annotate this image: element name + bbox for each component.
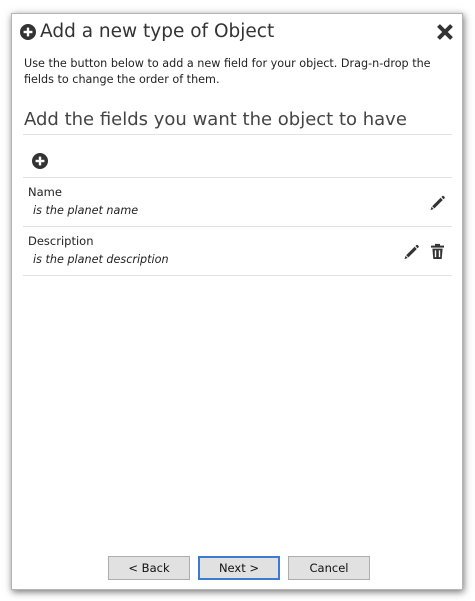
- fields-section-title: Add the fields you want the object to ha…: [24, 109, 407, 130]
- field-row-name[interactable]: Name is the planet name: [23, 177, 452, 226]
- field-name-label: Description: [28, 234, 94, 248]
- dialog-button-bar: < Back Next > Cancel: [12, 556, 462, 580]
- dialog-instructions: Use the button below to add a new field …: [24, 57, 431, 86]
- back-button[interactable]: < Back: [108, 556, 190, 580]
- field-description-text: is the planet description: [33, 253, 169, 266]
- add-field-plus-icon[interactable]: [32, 153, 48, 169]
- close-icon[interactable]: [436, 23, 454, 41]
- add-object-type-dialog: Add a new type of Object Use the button …: [11, 13, 463, 590]
- field-list: Name is the planet name Description is t…: [23, 177, 452, 276]
- section-divider: [23, 134, 452, 135]
- trash-icon[interactable]: [429, 243, 446, 260]
- pencil-icon[interactable]: [429, 194, 446, 211]
- next-button[interactable]: Next >: [198, 556, 280, 580]
- dialog-title-bar: Add a new type of Object: [18, 20, 456, 46]
- field-name-label: Name: [28, 185, 62, 199]
- field-row-description[interactable]: Description is the planet description: [23, 226, 452, 276]
- field-description-text: is the planet name: [33, 204, 139, 217]
- pencil-icon[interactable]: [403, 243, 420, 260]
- plus-circle-icon: [20, 24, 36, 40]
- dialog-title: Add a new type of Object: [40, 21, 275, 42]
- cancel-button[interactable]: Cancel: [288, 556, 370, 580]
